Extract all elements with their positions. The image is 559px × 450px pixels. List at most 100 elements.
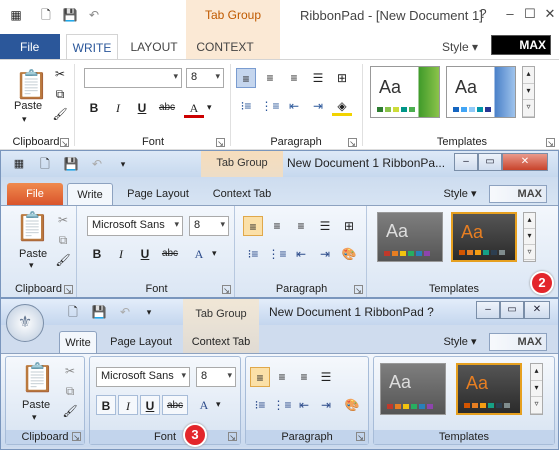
tab-file[interactable]: File [7,183,63,205]
tab-write[interactable]: Write [67,183,113,205]
more-icon[interactable]: ▿ [524,245,535,261]
maximize-button[interactable]: ☐ [520,4,540,24]
numbering-icon[interactable]: ⋮≡ [267,244,287,264]
format-painter-icon[interactable]: 🖌 [50,104,70,124]
cut-icon[interactable]: ✂ [60,361,80,381]
copy-icon[interactable]: ⧉ [60,381,80,401]
align-left-icon[interactable]: ≡ [243,216,263,236]
paragraph-launcher-icon[interactable]: ↘ [348,138,357,148]
font-color-button[interactable]: A [189,244,209,264]
paste-dropdown-icon[interactable]: ▾ [32,412,37,423]
font-name-combo[interactable]: Microsoft Sans ▾ [87,216,183,236]
template-thumbnail[interactable]: Aa [370,66,440,118]
tab-write[interactable]: Write [59,331,97,353]
tab-context[interactable]: CONTEXT [190,34,260,60]
font-launcher-icon[interactable]: ↘ [216,138,225,148]
max-button[interactable]: MAX [491,35,551,55]
tab-layout[interactable]: LAYOUT [124,34,184,60]
template-thumbnail-selected[interactable]: Aa [456,363,522,415]
paragraph-launcher-icon[interactable]: ↘ [354,285,363,295]
chevron-down-icon[interactable]: ▾ [216,399,221,410]
font-color-button[interactable]: A [184,98,204,118]
font-launcher-icon[interactable]: ↘ [228,432,237,442]
strikethrough-button[interactable]: abc [157,244,183,264]
style-dropdown[interactable]: Style ▾ [440,34,480,60]
paragraph-launcher-icon[interactable]: ↘ [356,432,365,442]
tab-context[interactable]: Context Tab [203,183,281,205]
format-painter-icon[interactable]: 🖌 [60,401,80,421]
numbering-icon[interactable]: ⋮≡ [272,395,292,415]
format-painter-icon[interactable]: 🖌 [53,250,73,270]
palette-icon[interactable]: 🎨 [339,244,359,264]
qat-customize-icon[interactable]: ▾ [113,154,133,174]
font-size-combo[interactable]: 8 ▾ [189,216,229,236]
copy-icon[interactable]: ⧉ [50,84,70,104]
minimize-button[interactable]: – [476,301,500,319]
bullets-icon[interactable]: ⁝≡ [243,244,263,264]
justify-icon[interactable]: ☰ [316,367,336,387]
increase-indent-icon[interactable]: ⇥ [315,244,335,264]
italic-button[interactable]: I [108,98,128,118]
cut-icon[interactable]: ✂ [53,210,73,230]
decrease-indent-icon[interactable]: ⇤ [284,96,304,116]
underline-button[interactable]: U [132,98,152,118]
paste-label[interactable]: Paste [19,248,47,260]
italic-button[interactable]: I [111,244,131,264]
font-size-combo[interactable]: 8 ▾ [196,367,236,387]
tab-page-layout[interactable]: Page Layout [103,331,179,353]
paste-icon[interactable]: 📋 [15,210,50,243]
more-icon[interactable]: ▿ [531,397,542,414]
new-document-icon[interactable]: 🗋 [63,302,83,322]
table-icon[interactable]: ⊞ [332,68,352,88]
help-icon[interactable]: ? [473,4,493,24]
templates-launcher-icon[interactable]: ↘ [546,138,555,148]
table-icon[interactable]: ⊞ [339,216,359,236]
align-center-icon[interactable]: ≡ [260,68,280,88]
close-button[interactable]: ✕ [524,301,550,319]
italic-button[interactable]: I [118,395,138,415]
chevron-up-icon[interactable]: ▴ [531,364,542,381]
chevron-down-icon[interactable]: ▾ [531,381,542,397]
underline-button[interactable]: U [135,244,155,264]
paste-label[interactable]: Paste [14,100,42,112]
save-icon[interactable]: 💾 [60,5,80,25]
align-center-icon[interactable]: ≡ [267,216,287,236]
justify-icon[interactable]: ☰ [315,216,335,236]
qat-customize-icon[interactable]: ▾ [139,302,159,322]
increase-indent-icon[interactable]: ⇥ [316,395,336,415]
bullets-icon[interactable]: ⁝≡ [236,96,256,116]
paste-icon[interactable]: 📋 [20,361,55,394]
align-left-icon[interactable]: ≡ [236,68,256,88]
close-button[interactable]: ✕ [540,4,559,24]
chevron-down-icon[interactable]: ▾ [212,248,217,259]
style-dropdown[interactable]: Style ▾ [439,183,481,205]
numbering-icon[interactable]: ⋮≡ [260,96,280,116]
save-icon[interactable]: 💾 [89,302,109,322]
template-thumbnail[interactable]: Aa [446,66,516,118]
template-thumbnail-selected[interactable]: Aa [451,212,517,262]
max-button[interactable]: MAX [489,185,547,203]
template-thumbnail[interactable]: Aa [380,363,446,415]
chevron-down-icon[interactable]: ▾ [207,102,212,113]
decrease-indent-icon[interactable]: ⇤ [294,395,314,415]
align-right-icon[interactable]: ≡ [294,367,314,387]
undo-icon[interactable]: ↶ [87,154,107,174]
align-right-icon[interactable]: ≡ [291,216,311,236]
new-document-icon[interactable]: 🗋 [35,154,55,174]
font-name-combo[interactable]: ▾ [84,68,182,88]
bold-button[interactable]: B [87,244,107,264]
font-name-combo[interactable]: Microsoft Sans ▾ [96,367,190,387]
chevron-up-icon[interactable]: ▴ [523,67,534,84]
more-icon[interactable]: ▿ [523,100,534,117]
paste-dropdown-icon[interactable]: ▾ [29,260,34,271]
font-launcher-icon[interactable]: ↘ [222,285,231,295]
tab-file[interactable]: File [0,34,60,60]
align-right-icon[interactable]: ≡ [284,68,304,88]
close-button[interactable]: ✕ [502,153,548,171]
chevron-up-icon[interactable]: ▴ [524,213,535,229]
font-size-combo[interactable]: 8 ▾ [186,68,224,88]
underline-button[interactable]: U [140,395,160,415]
copy-icon[interactable]: ⧉ [53,230,73,250]
tab-page-layout[interactable]: Page Layout [119,183,197,205]
clipboard-launcher-icon[interactable]: ↘ [64,285,73,295]
